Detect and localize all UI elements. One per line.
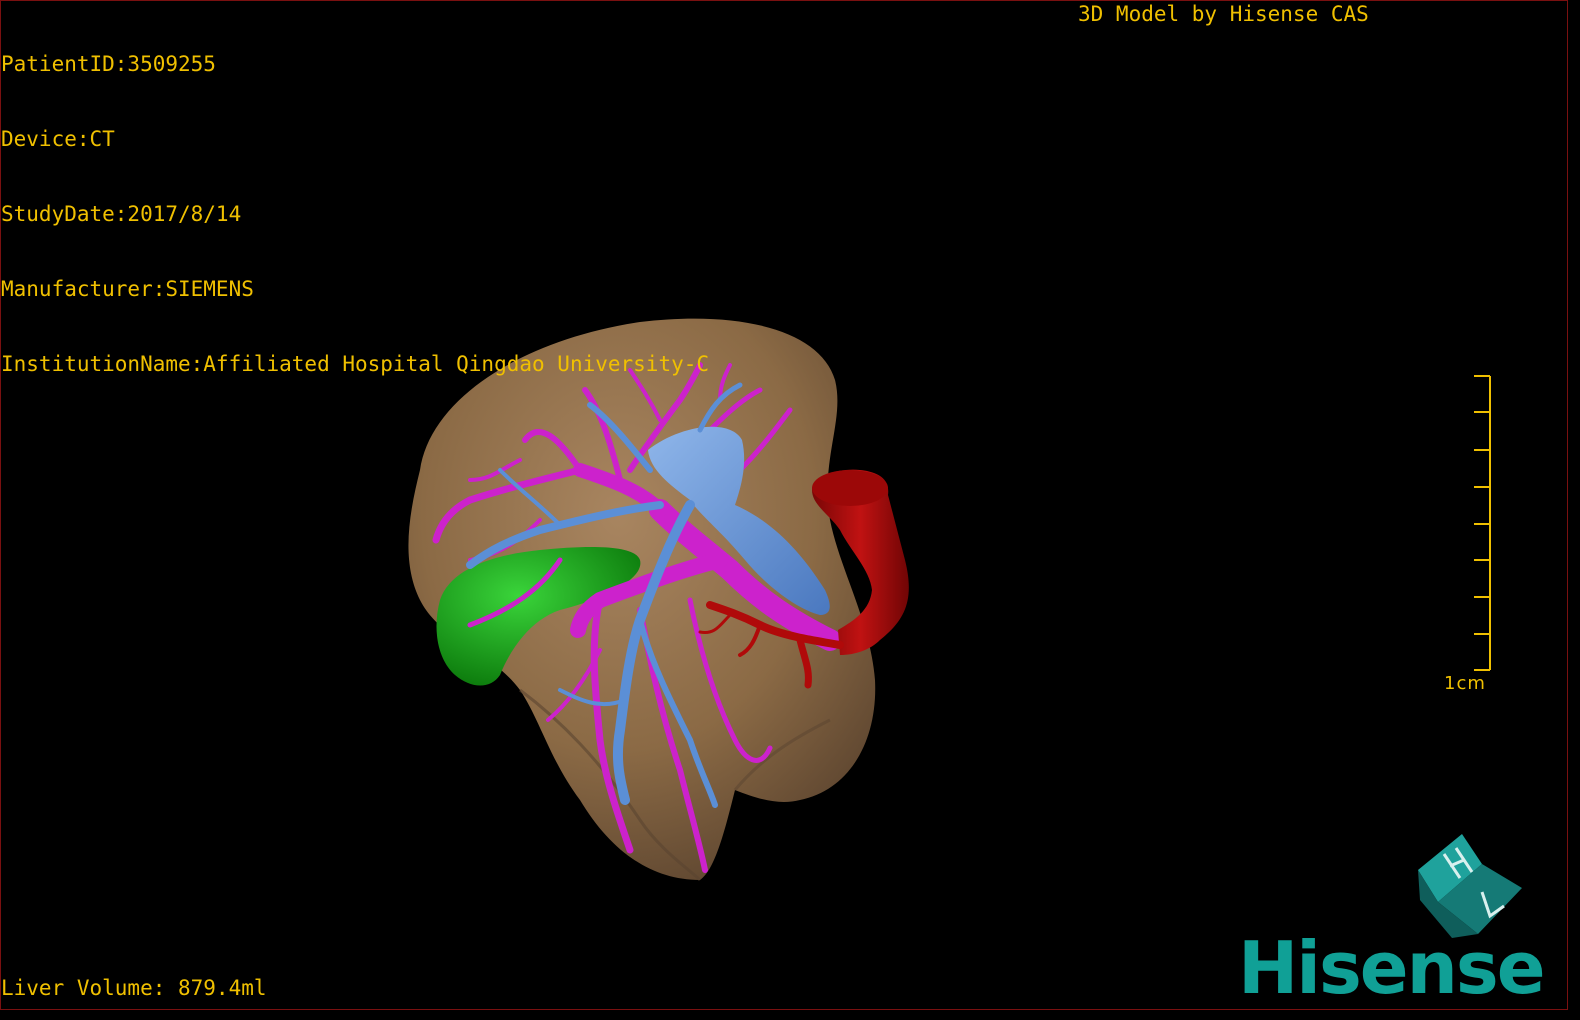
model-credit-text: 3D Model by Hisense CAS	[1078, 2, 1369, 26]
institution-text: InstitutionName:Affiliated Hospital Qing…	[1, 352, 710, 376]
scale-bar	[1474, 375, 1491, 671]
study-date-text: StudyDate:2017/8/14	[1, 202, 242, 226]
device-text: Device:CT	[1, 127, 115, 151]
manufacturer-text: Manufacturer:SIEMENS	[1, 277, 254, 301]
patient-id-text: PatientID:3509255	[1, 52, 216, 76]
liver-volume-text: Liver Volume: 879.4ml	[1, 976, 267, 1000]
hisense-logo: Hisense	[1238, 926, 1546, 1010]
dicom-info-panel: PatientID:3509255 Device:CT StudyDate:20…	[1, 2, 709, 402]
scale-bar-label: 1cm	[1444, 673, 1486, 694]
